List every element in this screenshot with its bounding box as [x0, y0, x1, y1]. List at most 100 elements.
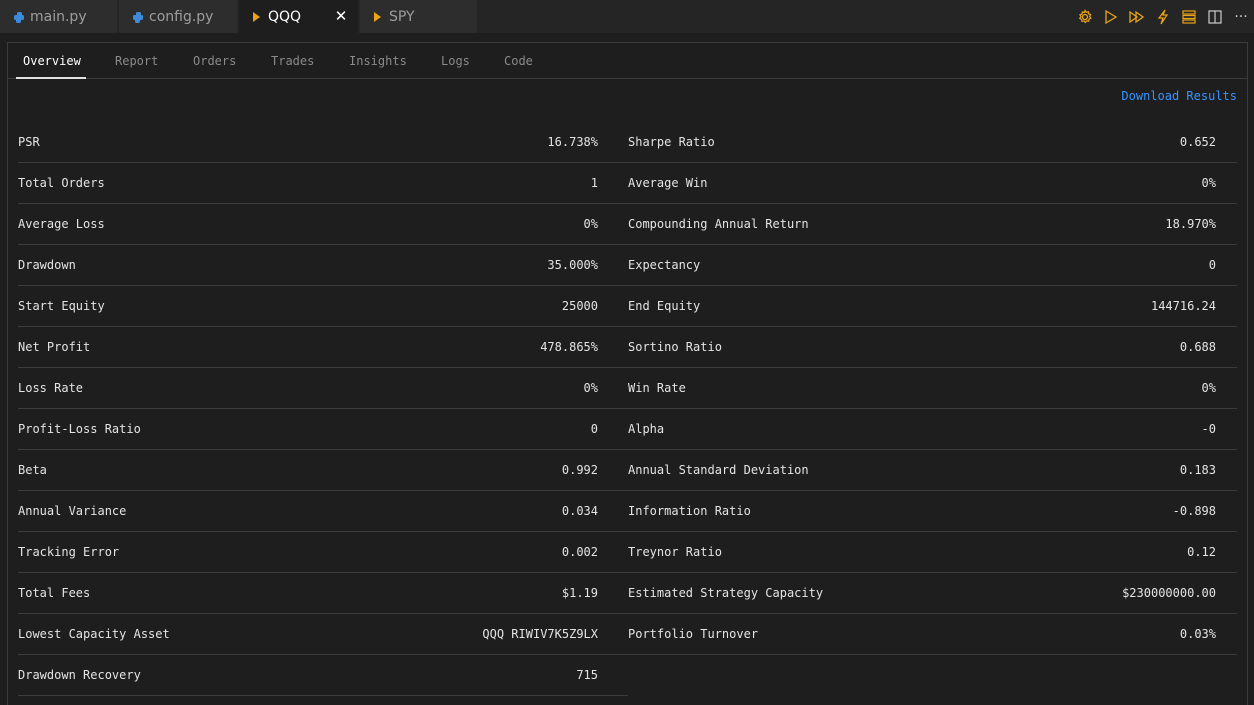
stat-label: Annual Variance: [18, 504, 127, 518]
stat-label: Average Win: [628, 176, 708, 190]
tab-label: SPY: [389, 8, 415, 25]
stat-label: Average Loss: [18, 217, 105, 231]
stat-label: Profit-Loss Ratio: [18, 422, 141, 436]
stat-row: Drawdown Recovery 715: [18, 655, 628, 696]
stat-value: 0.652: [1179, 135, 1216, 149]
stat-row: Expectancy 0: [627, 245, 1237, 286]
stat-value: 0%: [1201, 381, 1216, 395]
stat-value: 0: [1208, 258, 1216, 272]
stat-value: 0.688: [1179, 340, 1216, 354]
python-icon: [133, 11, 143, 23]
tab-insights[interactable]: Insights: [349, 43, 407, 78]
stat-row: Loss Rate 0%: [18, 368, 628, 409]
stat-row: Average Loss 0%: [18, 204, 628, 245]
stat-value: 0: [590, 422, 598, 436]
stat-label: Sharpe Ratio: [628, 135, 715, 149]
stat-label: Annual Standard Deviation: [628, 463, 809, 477]
stat-label: Net Profit: [18, 340, 91, 354]
stat-row: Drawdown 35.000%: [18, 245, 628, 286]
stat-label: Loss Rate: [18, 381, 84, 395]
play-icon: [253, 11, 260, 22]
stat-row: Portfolio Turnover 0.03%: [627, 614, 1237, 655]
stat-row: Estimated Strategy Capacity $230000000.00: [627, 573, 1237, 614]
stat-row: Average Win 0%: [627, 163, 1237, 204]
stat-value: 715: [576, 668, 598, 682]
close-icon[interactable]: ✕: [332, 7, 350, 25]
tab-label: config.py: [149, 8, 214, 25]
stat-label: Beta: [18, 463, 47, 477]
stat-value: 0%: [1201, 176, 1216, 190]
stat-row: Lowest Capacity Asset QQQ RIWIV7K5Z9LX: [18, 614, 628, 655]
stat-value: 0.002: [561, 545, 598, 559]
download-results-link[interactable]: Download Results: [1121, 89, 1237, 103]
tab-report[interactable]: Report: [115, 43, 158, 78]
stat-value: 16.738%: [547, 135, 598, 149]
stat-label: Information Ratio: [628, 504, 751, 518]
stat-label: Start Equity: [18, 299, 105, 313]
stat-label: Alpha: [628, 422, 665, 436]
tab-overview[interactable]: Overview: [16, 43, 86, 79]
stat-label: Compounding Annual Return: [628, 217, 809, 231]
tab-qqq[interactable]: QQQ ✕: [239, 0, 359, 33]
stat-label: Win Rate: [628, 381, 686, 395]
stat-label: Treynor Ratio: [628, 545, 722, 559]
stat-label: Expectancy: [628, 258, 701, 272]
stat-row: Sortino Ratio 0.688: [627, 327, 1237, 368]
stat-row: Alpha -0: [627, 409, 1237, 450]
stat-value: 0.992: [561, 463, 598, 477]
stat-label: Lowest Capacity Asset: [18, 627, 170, 641]
results-panel: Overview Report Orders Trades Insights L…: [7, 42, 1248, 705]
tab-code[interactable]: Code: [504, 43, 533, 78]
stat-value: 1: [590, 176, 598, 190]
tab-main-py[interactable]: main.py: [0, 0, 118, 33]
stat-value: 0.03%: [1179, 627, 1216, 641]
more-actions-icon[interactable]: ···: [1228, 4, 1254, 30]
stat-value: -0: [1201, 422, 1216, 436]
tab-orders[interactable]: Orders: [193, 43, 236, 78]
stat-row: Total Fees $1.19: [18, 573, 628, 614]
stat-value: 478.865%: [540, 340, 598, 354]
stat-label: Estimated Strategy Capacity: [628, 586, 824, 600]
lightning-icon[interactable]: [1150, 4, 1176, 30]
stat-row: Annual Standard Deviation 0.183: [627, 450, 1237, 491]
tab-trades[interactable]: Trades: [271, 43, 314, 78]
stat-row: Information Ratio -0.898: [627, 491, 1237, 532]
gear-icon[interactable]: [1072, 4, 1098, 30]
stat-row: Profit-Loss Ratio 0: [18, 409, 628, 450]
split-editor-icon[interactable]: [1202, 4, 1228, 30]
stat-label: Drawdown Recovery: [18, 668, 141, 682]
stat-value: 35.000%: [547, 258, 598, 272]
run-all-icon[interactable]: [1124, 4, 1150, 30]
python-icon: [14, 11, 24, 23]
stat-label: Portfolio Turnover: [628, 627, 759, 641]
stat-row: Treynor Ratio 0.12: [627, 532, 1237, 573]
run-icon[interactable]: [1098, 4, 1124, 30]
stat-row: Net Profit 478.865%: [18, 327, 628, 368]
stat-row: Annual Variance 0.034: [18, 491, 628, 532]
stat-value: 25000: [561, 299, 598, 313]
stat-label: Drawdown: [18, 258, 76, 272]
stat-value: -0.898: [1172, 504, 1216, 518]
stat-value: 0.183: [1179, 463, 1216, 477]
result-tabs: Overview Report Orders Trades Insights L…: [8, 43, 1247, 79]
tab-config-py[interactable]: config.py: [119, 0, 238, 33]
stat-row: Start Equity 25000: [18, 286, 628, 327]
tab-spy[interactable]: SPY: [360, 0, 478, 33]
stat-value: 0.034: [561, 504, 598, 518]
stat-label: Tracking Error: [18, 545, 120, 559]
stat-label: Total Fees: [18, 586, 91, 600]
tab-label: main.py: [30, 8, 87, 25]
stat-row: Sharpe Ratio 0.652: [627, 122, 1237, 163]
stat-row: Beta 0.992: [18, 450, 628, 491]
stat-label: End Equity: [628, 299, 701, 313]
stat-row: Compounding Annual Return 18.970%: [627, 204, 1237, 245]
stat-row: Win Rate 0%: [627, 368, 1237, 409]
tab-logs[interactable]: Logs: [441, 43, 470, 78]
stack-icon[interactable]: [1176, 4, 1202, 30]
tab-label: QQQ: [268, 8, 302, 25]
stat-row: End Equity 144716.24: [627, 286, 1237, 327]
stat-label: PSR: [18, 135, 40, 149]
stat-value: QQQ RIWIV7K5Z9LX: [482, 627, 598, 641]
stat-value: $1.19: [561, 586, 598, 600]
stat-value: 0.12: [1187, 545, 1216, 559]
